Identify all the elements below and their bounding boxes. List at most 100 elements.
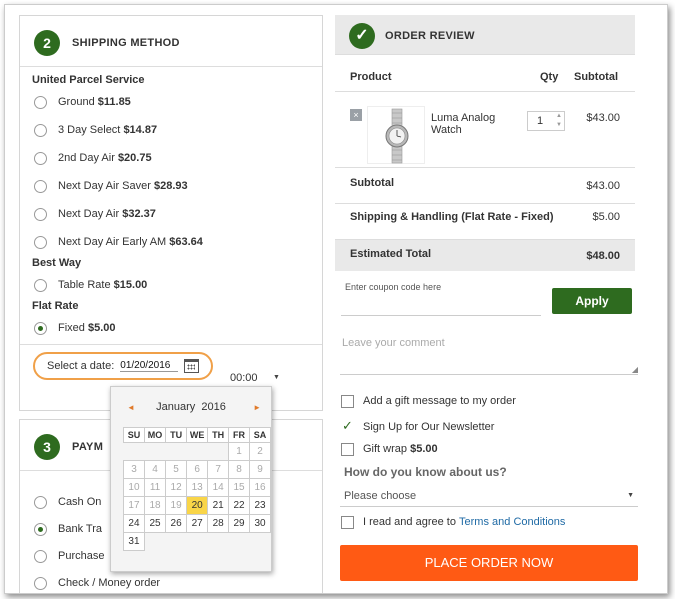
checkbox[interactable]: [341, 442, 354, 456]
calendar-day-disabled: 18: [143, 496, 167, 515]
divider: [20, 66, 322, 67]
ship-option-3day[interactable]: 3 Day Select $14.87: [34, 122, 157, 138]
calendar-day[interactable]: 23: [249, 496, 271, 515]
apply-coupon-button[interactable]: Apply: [552, 288, 632, 314]
checkout-window: 2 SHIPPING METHOD United Parcel Service …: [4, 4, 668, 594]
pay-option-cash[interactable]: Cash On: [34, 494, 101, 510]
ship-option-table-rate[interactable]: Table Rate $15.00: [34, 277, 147, 293]
pay-option-purchase[interactable]: Purchase: [34, 548, 104, 564]
pay-option-bank[interactable]: Bank Tra: [34, 521, 102, 537]
product-name[interactable]: Luma Analog Watch: [431, 112, 511, 136]
calendar-day[interactable]: 22: [228, 496, 250, 515]
datepicker-popup: ◄ January 2016 ► SU MO TU WE TH FR SA 12345678…: [110, 386, 272, 572]
radio-button[interactable]: [34, 278, 47, 292]
calendar-day[interactable]: 25: [143, 514, 167, 533]
calendar-day-disabled: 15: [228, 478, 250, 497]
checkmark-icon: ✓: [349, 23, 375, 49]
pay-option-check[interactable]: Check / Money order: [34, 575, 160, 591]
checkbox[interactable]: [341, 515, 354, 529]
calendar-empty-cell: [123, 442, 145, 461]
radio-button-checked[interactable]: [34, 321, 47, 335]
radio-button-checked[interactable]: [34, 522, 47, 536]
radio-button[interactable]: [34, 495, 47, 509]
calendar-day-today[interactable]: 20: [186, 496, 209, 515]
group-title-ups: United Parcel Service: [32, 74, 145, 86]
gift-wrap-label: Gift wrap: [363, 443, 408, 455]
col-qty: Qty: [540, 71, 559, 83]
ship-option-nextday-saver[interactable]: Next Day Air Saver $28.93: [34, 178, 188, 194]
calendar-day[interactable]: 28: [207, 514, 230, 533]
radio-button[interactable]: [34, 235, 47, 249]
ship-option-ground[interactable]: Ground $11.85: [34, 94, 131, 110]
gift-wrap-option[interactable]: Gift wrap $5.00: [341, 441, 438, 457]
step-3-badge: 3: [34, 434, 60, 460]
datepicker-title: January 2016: [111, 401, 271, 417]
calendar-day-disabled: 13: [186, 478, 209, 497]
calendar-empty-cell: [207, 442, 229, 461]
terms-link[interactable]: Terms and Conditions: [459, 516, 565, 528]
option-name: 3 Day Select: [58, 124, 121, 136]
gift-message-option[interactable]: Add a gift message to my order: [341, 393, 516, 409]
calendar-day[interactable]: 29: [228, 514, 250, 533]
divider: [20, 344, 322, 345]
chevron-down-icon[interactable]: ▼: [273, 374, 280, 381]
subtotal-value: $43.00: [586, 180, 620, 192]
calendar-day[interactable]: 21: [207, 496, 230, 515]
calendar-day[interactable]: 30: [249, 514, 271, 533]
radio-button[interactable]: [34, 576, 47, 590]
calendar-day[interactable]: 24: [123, 514, 145, 533]
shipping-method-panel: 2 SHIPPING METHOD United Parcel Service …: [19, 15, 323, 411]
checkbox[interactable]: [341, 394, 354, 408]
next-month-button[interactable]: ►: [253, 403, 261, 412]
option-name: Next Day Air Saver: [58, 180, 151, 192]
coupon-input[interactable]: Enter coupon code here: [345, 282, 441, 292]
ship-option-fixed[interactable]: Fixed $5.00: [34, 320, 116, 336]
time-select[interactable]: 00:00: [230, 372, 258, 384]
calendar-day-disabled: 9: [249, 460, 271, 479]
radio-button[interactable]: [34, 123, 47, 137]
estimated-total-value: $48.00: [586, 250, 620, 262]
radio-button[interactable]: [34, 207, 47, 221]
radio-button[interactable]: [34, 549, 47, 563]
calendar-day[interactable]: 31: [123, 532, 145, 551]
quantity-stepper[interactable]: ▲ ▼: [554, 112, 564, 130]
newsletter-label: Sign Up for Our Newsletter: [363, 421, 495, 433]
calendar-day[interactable]: 26: [165, 514, 188, 533]
calendar-day-disabled: 5: [165, 460, 188, 479]
date-input[interactable]: 01/20/2016: [120, 360, 179, 372]
calendar-icon[interactable]: [184, 359, 200, 373]
calendar-day-disabled: 4: [143, 460, 167, 479]
calendar-empty-cell: [186, 532, 208, 551]
ship-option-nextday[interactable]: Next Day Air $32.37: [34, 206, 156, 222]
delivery-date-field[interactable]: Select a date: 01/20/2016: [33, 352, 213, 380]
month-label: January: [156, 401, 196, 413]
comment-placeholder: Leave your comment: [342, 337, 445, 349]
resize-handle-icon[interactable]: ◢: [632, 365, 638, 374]
calendar-day-disabled: 7: [207, 460, 230, 479]
calendar-day[interactable]: 27: [186, 514, 209, 533]
radio-button[interactable]: [34, 179, 47, 193]
calendar-empty-cell: [228, 532, 250, 551]
calendar-day-disabled: 1: [228, 442, 250, 461]
radio-button[interactable]: [34, 151, 47, 165]
comment-textarea[interactable]: Leave your comment ◢: [340, 329, 638, 375]
checkbox-checked[interactable]: [341, 418, 354, 434]
subtotal-label: Subtotal: [350, 177, 394, 189]
weekday-header: TH: [207, 427, 230, 443]
estimated-total-label: Estimated Total: [350, 248, 432, 260]
group-title-flatrate: Flat Rate: [32, 300, 79, 312]
survey-select[interactable]: Please choose ▼: [340, 487, 638, 507]
calendar-day-disabled: 12: [165, 478, 188, 497]
option-name: Next Day Air: [58, 208, 120, 220]
terms-option[interactable]: I read and agree to Terms and Conditions: [341, 514, 565, 530]
gift-wrap-price: $5.00: [410, 443, 438, 455]
option-name: Ground: [58, 96, 95, 108]
radio-button[interactable]: [34, 95, 47, 109]
option-name: Fixed: [58, 322, 85, 334]
remove-item-button[interactable]: ×: [350, 109, 362, 121]
newsletter-option[interactable]: Sign Up for Our Newsletter: [341, 418, 495, 435]
place-order-button[interactable]: PLACE ORDER NOW: [340, 545, 638, 581]
ship-option-nextday-early[interactable]: Next Day Air Early AM $63.64: [34, 234, 203, 250]
option-name: Next Day Air Early AM: [58, 236, 167, 248]
ship-option-2day[interactable]: 2nd Day Air $20.75: [34, 150, 152, 166]
